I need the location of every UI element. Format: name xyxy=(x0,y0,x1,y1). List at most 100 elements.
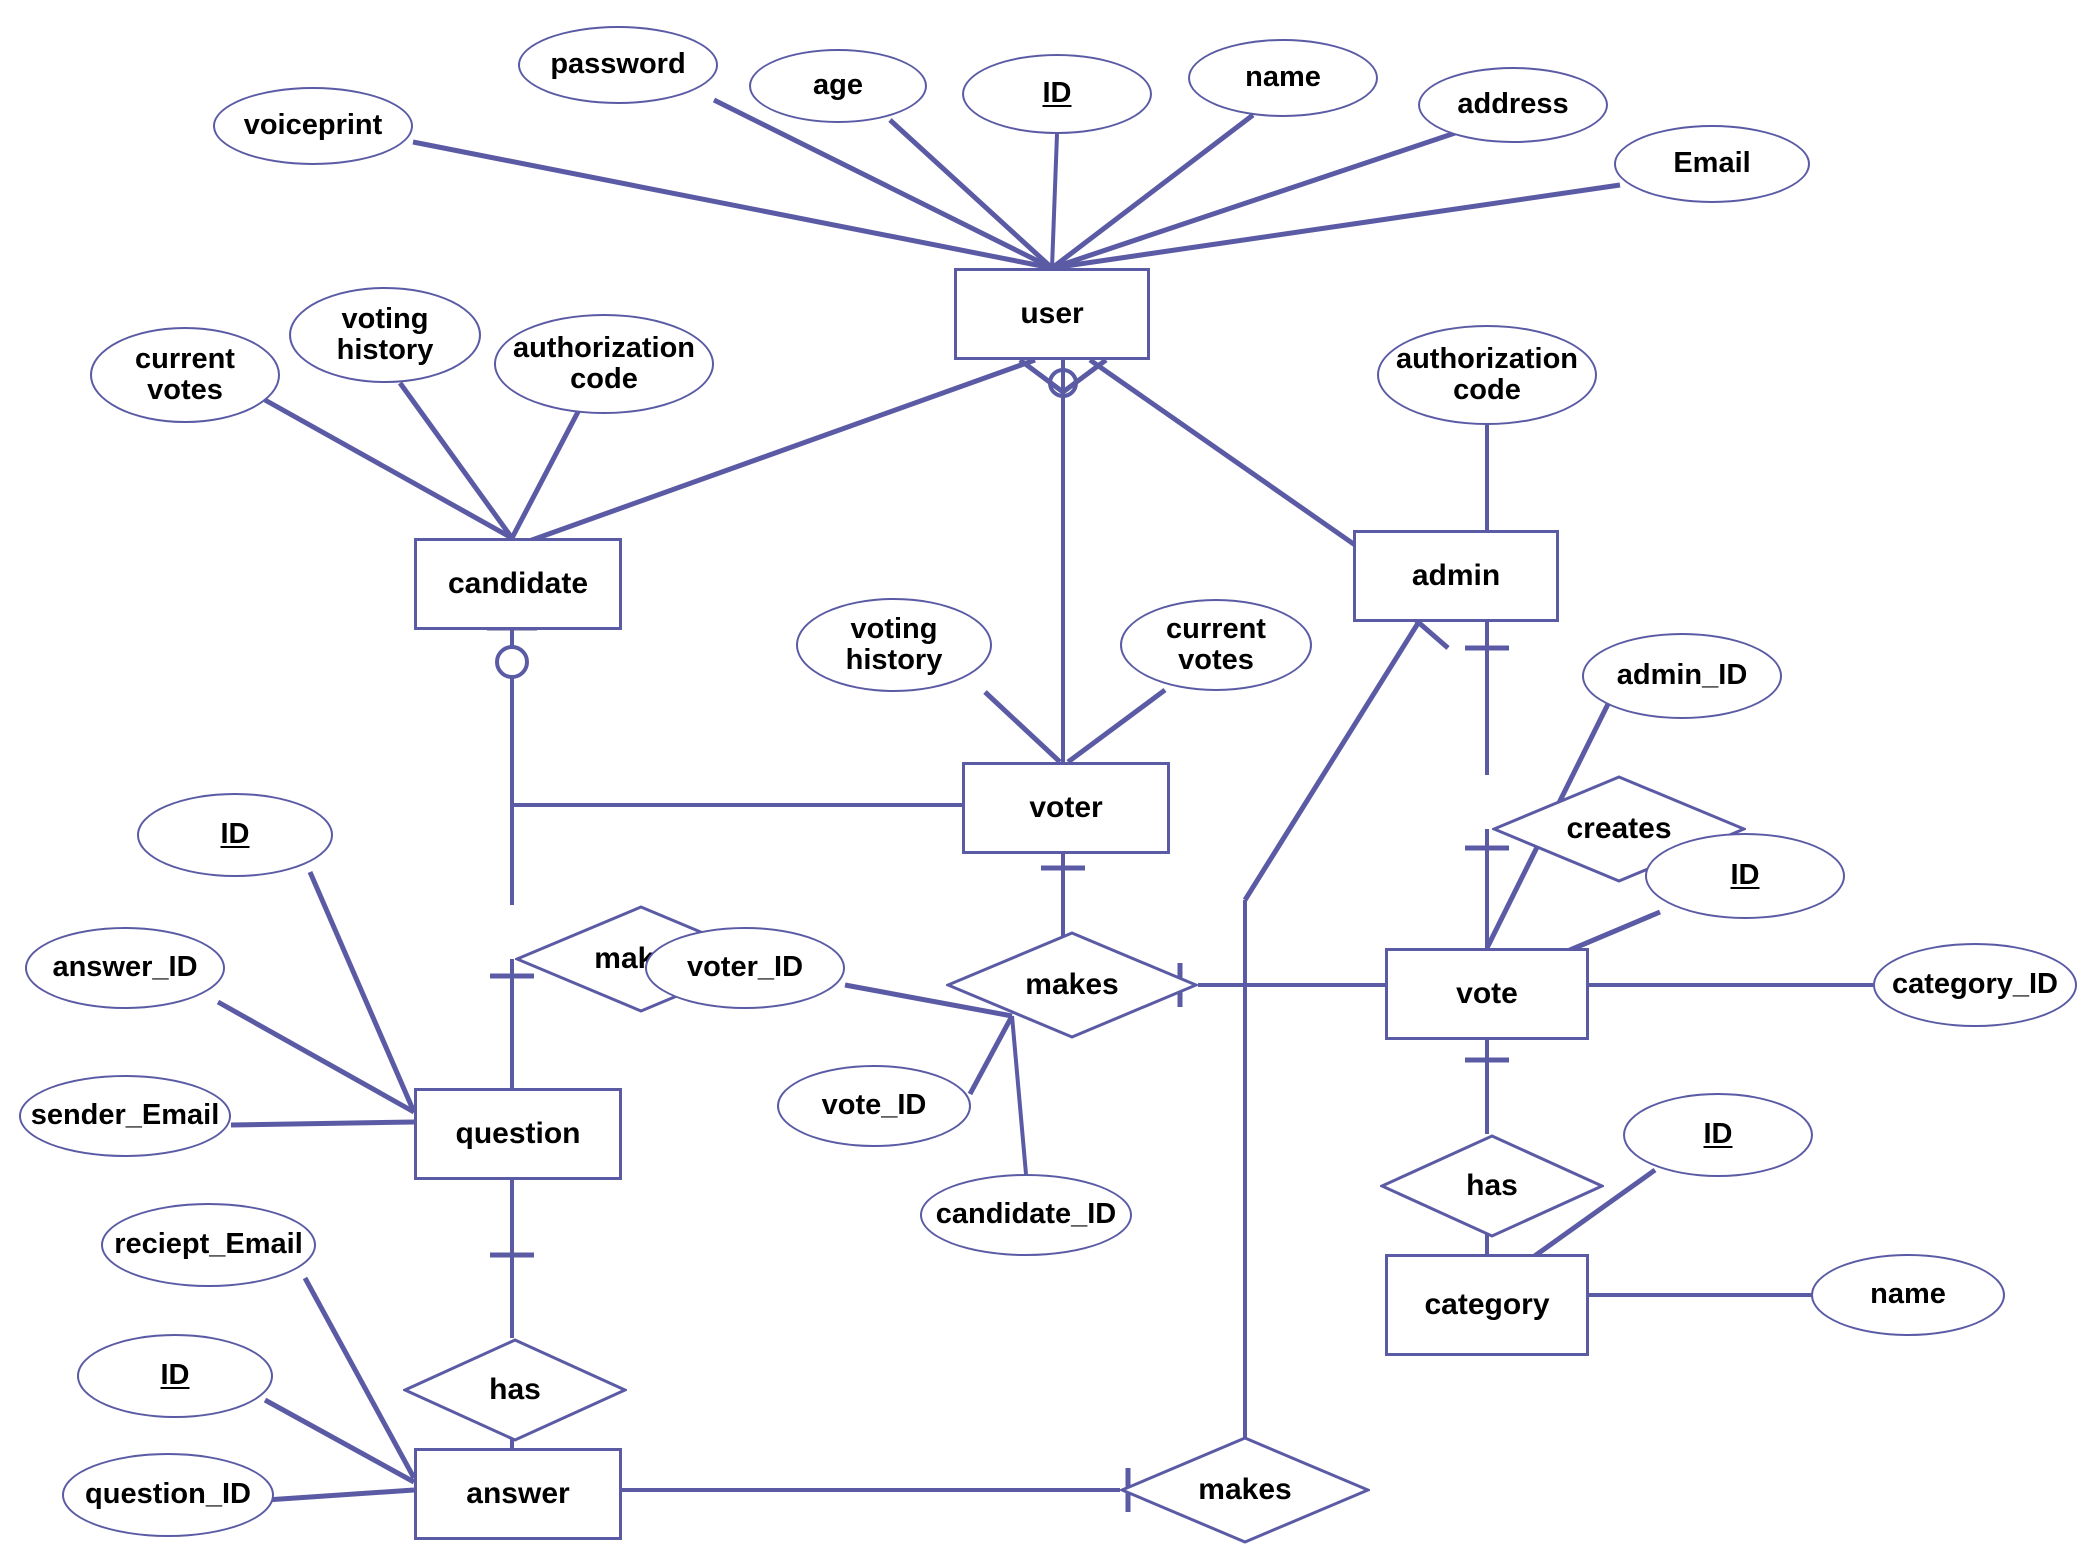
attribute-label: current votes xyxy=(135,342,235,406)
entity-user[interactable]: user xyxy=(954,268,1150,360)
attribute-category-id[interactable]: ID xyxy=(1623,1093,1813,1177)
attribute-label: category_ID xyxy=(1891,968,2058,1001)
edge-makes-candidate-id xyxy=(1010,1015,1028,1175)
attribute-label: current votes xyxy=(1166,612,1266,676)
attribute-admin-admin-id[interactable]: admin_ID xyxy=(1582,633,1782,719)
entity-candidate[interactable]: candidate xyxy=(414,538,622,630)
entity-vote[interactable]: vote xyxy=(1385,948,1589,1040)
attribute-label: candidate_ID xyxy=(935,1198,1117,1231)
attribute-label: admin_ID xyxy=(1616,659,1748,692)
attribute-label: password xyxy=(550,48,686,81)
attribute-admin-authorization-code[interactable]: authorization code xyxy=(1377,325,1597,425)
attribute-answer-id[interactable]: ID xyxy=(77,1334,273,1418)
marker-candidate-circle xyxy=(495,645,529,679)
edge-user-id xyxy=(1050,133,1059,269)
edge-question-answer-id xyxy=(216,999,416,1115)
attribute-user-voiceprint[interactable]: voiceprint xyxy=(213,87,413,165)
edge-voter-voting-history xyxy=(983,690,1062,764)
entity-admin[interactable]: admin xyxy=(1353,530,1559,622)
attribute-label: authorization code xyxy=(512,331,696,395)
edge-user-admin xyxy=(1088,357,1357,548)
attribute-label: voiceprint xyxy=(243,109,383,142)
entity-category[interactable]: category xyxy=(1385,1254,1589,1356)
attribute-label: ID xyxy=(1730,859,1760,892)
attribute-question-answer-id[interactable]: answer_ID xyxy=(25,927,225,1009)
edge-user-age xyxy=(888,118,1054,270)
edge-candidate-auth-code xyxy=(509,406,583,540)
relationship-makes-voter-vote[interactable]: makes xyxy=(946,931,1198,1039)
attribute-label: sender_Email xyxy=(30,1099,220,1132)
edge-user-email xyxy=(1051,182,1621,271)
edge-candidate-current-votes xyxy=(263,397,514,541)
relationship-label: has xyxy=(489,1373,541,1406)
entity-voter-label: voter xyxy=(1029,791,1103,824)
entity-question[interactable]: question xyxy=(414,1088,622,1180)
attribute-label: ID xyxy=(160,1359,190,1392)
crowsfoot-user-right xyxy=(1061,357,1108,395)
attribute-label: question_ID xyxy=(85,1478,251,1511)
attribute-voter-voting-history[interactable]: voting history xyxy=(796,598,992,692)
er-diagram-canvas: user candidate admin voter vote question… xyxy=(0,0,2090,1566)
entity-user-label: user xyxy=(1020,297,1084,330)
attribute-user-address[interactable]: address xyxy=(1418,67,1608,143)
attribute-vote-id[interactable]: ID xyxy=(1645,833,1845,919)
attribute-label: Email xyxy=(1673,147,1751,180)
attribute-user-name[interactable]: name xyxy=(1188,39,1378,117)
entity-category-label: category xyxy=(1424,1288,1550,1321)
attribute-label: voter_ID xyxy=(686,951,804,984)
attribute-answer-question-id[interactable]: question_ID xyxy=(62,1453,274,1537)
attribute-label: ID xyxy=(220,818,250,851)
attribute-answer-reciept-email[interactable]: reciept_Email xyxy=(101,1203,316,1287)
entity-question-label: question xyxy=(455,1117,581,1150)
attribute-candidate-authorization-code[interactable]: authorization code xyxy=(494,314,714,414)
attribute-label: reciept_Email xyxy=(114,1228,303,1261)
attribute-user-password[interactable]: password xyxy=(518,26,718,104)
attribute-label: answer_ID xyxy=(52,951,198,984)
attribute-label: vote_ID xyxy=(821,1089,927,1122)
attribute-makes-candidate-id[interactable]: candidate_ID xyxy=(920,1174,1132,1256)
edge-answer-reciept xyxy=(302,1276,417,1480)
attribute-label: voting history xyxy=(336,302,434,366)
attribute-candidate-current-votes[interactable]: current votes xyxy=(90,327,280,423)
entity-voter[interactable]: voter xyxy=(962,762,1170,854)
entity-admin-label: admin xyxy=(1411,559,1501,592)
relationship-label: makes xyxy=(1025,968,1119,1001)
relationship-label: creates xyxy=(1566,812,1672,845)
entity-vote-label: vote xyxy=(1456,977,1518,1010)
attribute-candidate-voting-history[interactable]: voting history xyxy=(289,287,481,383)
edge-answer-question-id xyxy=(265,1487,415,1503)
attribute-makes-vote-id[interactable]: vote_ID xyxy=(777,1065,971,1147)
relationship-has-vote-category[interactable]: has xyxy=(1380,1134,1604,1238)
relationship-label: has xyxy=(1466,1169,1518,1202)
edge-user-voiceprint xyxy=(412,139,1053,271)
attribute-question-id[interactable]: ID xyxy=(137,793,333,877)
relationship-label: makes xyxy=(1198,1473,1292,1506)
attribute-label: voting history xyxy=(845,612,943,676)
edge-candidate-voting-history xyxy=(397,381,515,540)
relationship-has-question-answer[interactable]: has xyxy=(403,1338,627,1442)
attribute-user-id[interactable]: ID xyxy=(962,54,1152,134)
entity-candidate-label: candidate xyxy=(447,567,589,600)
crowsfoot-user-left xyxy=(1018,357,1065,395)
attribute-label: authorization code xyxy=(1395,342,1579,406)
attribute-label: ID xyxy=(1703,1118,1733,1151)
attribute-label: name xyxy=(1245,61,1321,94)
entity-answer-label: answer xyxy=(466,1477,570,1510)
attribute-makes-voter-id[interactable]: voter_ID xyxy=(645,927,845,1009)
edge-question-sender xyxy=(230,1119,415,1128)
edge-voter-current-votes xyxy=(1066,687,1167,765)
attribute-voter-current-votes[interactable]: current votes xyxy=(1120,599,1312,691)
attribute-label: address xyxy=(1457,88,1569,121)
attribute-label: ID xyxy=(1042,77,1072,110)
edge-user-address xyxy=(1051,125,1471,271)
attribute-label: age xyxy=(813,69,863,102)
attribute-vote-category-id[interactable]: category_ID xyxy=(1873,943,2077,1027)
attribute-label: name xyxy=(1870,1278,1946,1311)
edge-question-id xyxy=(307,871,417,1113)
attribute-category-name[interactable]: name xyxy=(1811,1254,2005,1336)
relationship-makes-answer-admin[interactable]: makes xyxy=(1120,1436,1370,1544)
attribute-user-age[interactable]: age xyxy=(749,49,927,123)
attribute-question-sender-email[interactable]: sender_Email xyxy=(19,1075,231,1157)
attribute-user-email[interactable]: Email xyxy=(1614,125,1810,203)
entity-answer[interactable]: answer xyxy=(414,1448,622,1540)
